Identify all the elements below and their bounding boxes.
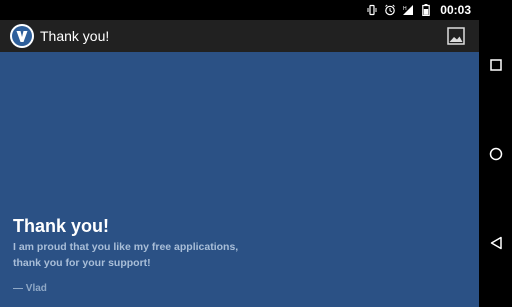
status-bar: H 00:03 xyxy=(0,0,479,20)
image-icon[interactable] xyxy=(447,27,465,45)
app-screen: H 00:03 Thank you! Thank you! I am proud… xyxy=(0,0,479,307)
alarm-icon xyxy=(384,4,396,16)
home-icon[interactable] xyxy=(488,146,503,161)
back-icon[interactable] xyxy=(488,235,503,250)
thank-you-content: Thank you! I am proud that you like my f… xyxy=(13,214,433,294)
navigation-bar xyxy=(479,0,512,307)
action-bar: Thank you! xyxy=(0,20,479,52)
battery-icon xyxy=(420,4,432,16)
svg-text:H: H xyxy=(403,6,407,12)
app-title: Thank you! xyxy=(40,28,110,44)
status-icons: H 00:03 xyxy=(366,0,471,20)
author-signature: — Vlad xyxy=(13,283,47,294)
page-title: Thank you! xyxy=(13,216,110,236)
vibrate-icon xyxy=(366,4,378,16)
recent-apps-icon[interactable] xyxy=(488,57,503,72)
signal-icon: H xyxy=(402,4,414,16)
status-time: 00:03 xyxy=(440,3,471,17)
thank-you-message: I am proud that you like my free applica… xyxy=(13,241,239,269)
app-logo-icon[interactable] xyxy=(10,24,34,48)
